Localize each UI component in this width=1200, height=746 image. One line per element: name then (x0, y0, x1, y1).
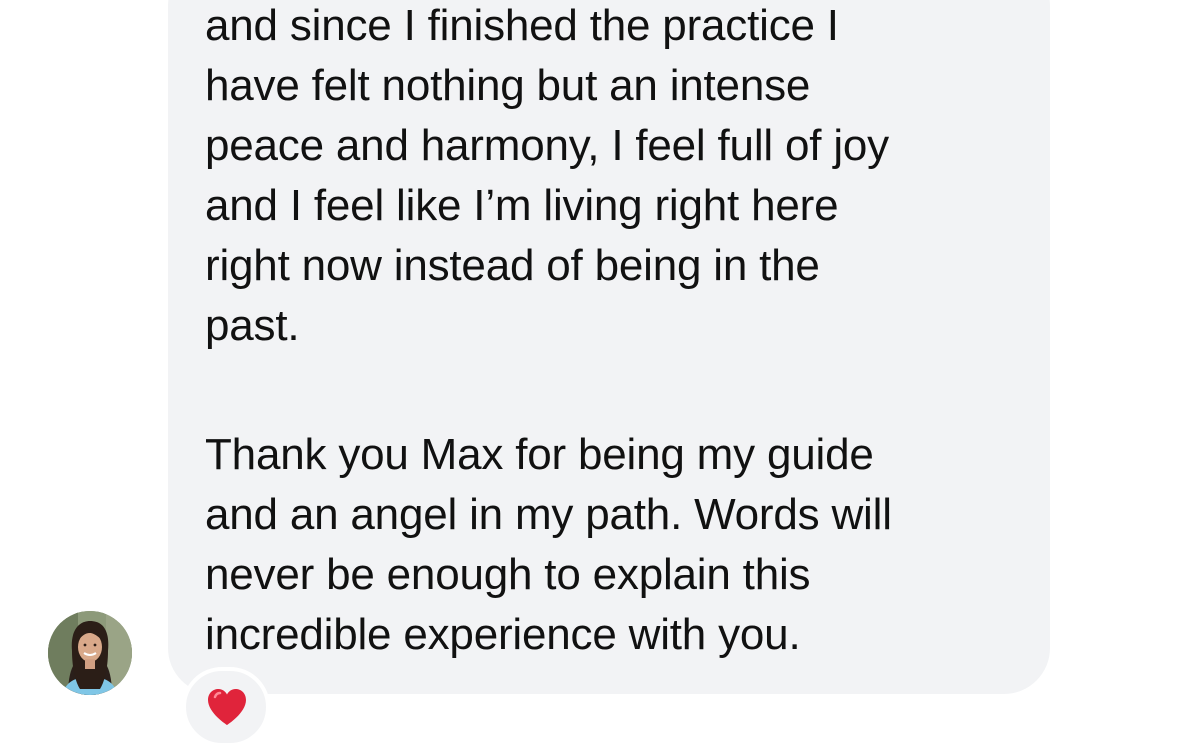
message-line: Thank you Max for being my guide (205, 430, 874, 479)
message-line: right now instead of being in the (205, 241, 820, 290)
message-line: peace and harmony, I feel full of joy (205, 121, 889, 170)
sender-avatar[interactable] (48, 611, 132, 695)
message-line: never be enough to explain this (205, 550, 811, 599)
message-thread: and since I finished the practice I have… (0, 0, 1200, 746)
red-heart-icon (208, 689, 246, 725)
message-line: and an angel in my path. Words will (205, 490, 892, 539)
reaction-badge[interactable] (182, 667, 270, 746)
message-line: past. (205, 301, 300, 350)
message-line: and I feel like I’m living right here (205, 181, 839, 230)
message-line: have felt nothing but an intense (205, 61, 811, 110)
message-line: and since I finished the practice I (205, 1, 839, 50)
message-line: incredible experience with you. (205, 610, 801, 659)
profile-photo-icon (48, 611, 132, 695)
